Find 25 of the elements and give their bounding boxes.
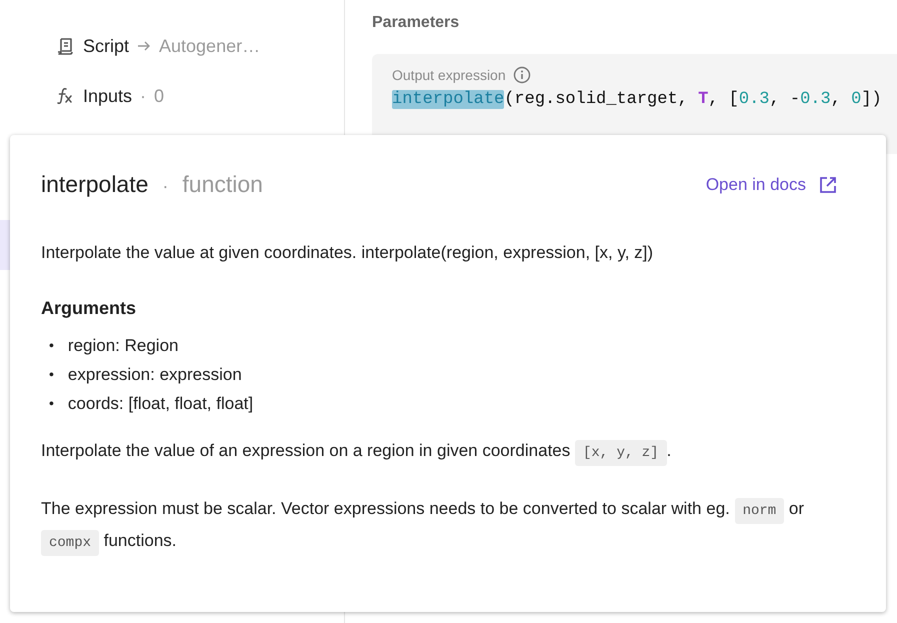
arrow-right-icon <box>137 39 152 53</box>
sidebar-item-label[interactable]: Inputs <box>83 86 132 106</box>
bullet: • <box>49 365 54 384</box>
description-paragraph: The expression must be scalar. Vector expressions needs to be converted to scalar with eg. norm or compx functions. <box>41 494 856 558</box>
section-title: Parameters <box>372 14 460 32</box>
argument-item: expression: expression <box>68 364 242 386</box>
info-icon[interactable] <box>512 66 531 84</box>
bullet: • <box>49 336 54 355</box>
description-paragraph: Interpolate the value of an expression on a region in given coordinates [x, y, z] . <box>41 436 856 468</box>
script-icon <box>55 36 75 56</box>
open-in-docs-link[interactable]: Open in docs <box>706 174 838 194</box>
argument-item: region: Region <box>68 335 178 357</box>
separator-dot: · <box>162 176 168 197</box>
external-link-icon <box>818 174 838 194</box>
arguments-heading: Arguments <box>41 298 138 319</box>
summary-text: Interpolate the value at given coordinates. interpolate(region, expression, [x, y, z]) <box>41 242 654 264</box>
sidebar-item-target: Autogener… <box>159 36 260 56</box>
field-label: Output expression <box>392 67 506 83</box>
function-type: function <box>182 171 263 198</box>
count: 0 <box>154 86 164 106</box>
argument-item: coords: [float, float, float] <box>68 393 254 415</box>
sidebar-item-label[interactable]: Script <box>83 36 130 56</box>
function-name: interpolate <box>41 171 148 198</box>
bullet: • <box>49 394 54 413</box>
separator-dot: · <box>140 86 146 106</box>
